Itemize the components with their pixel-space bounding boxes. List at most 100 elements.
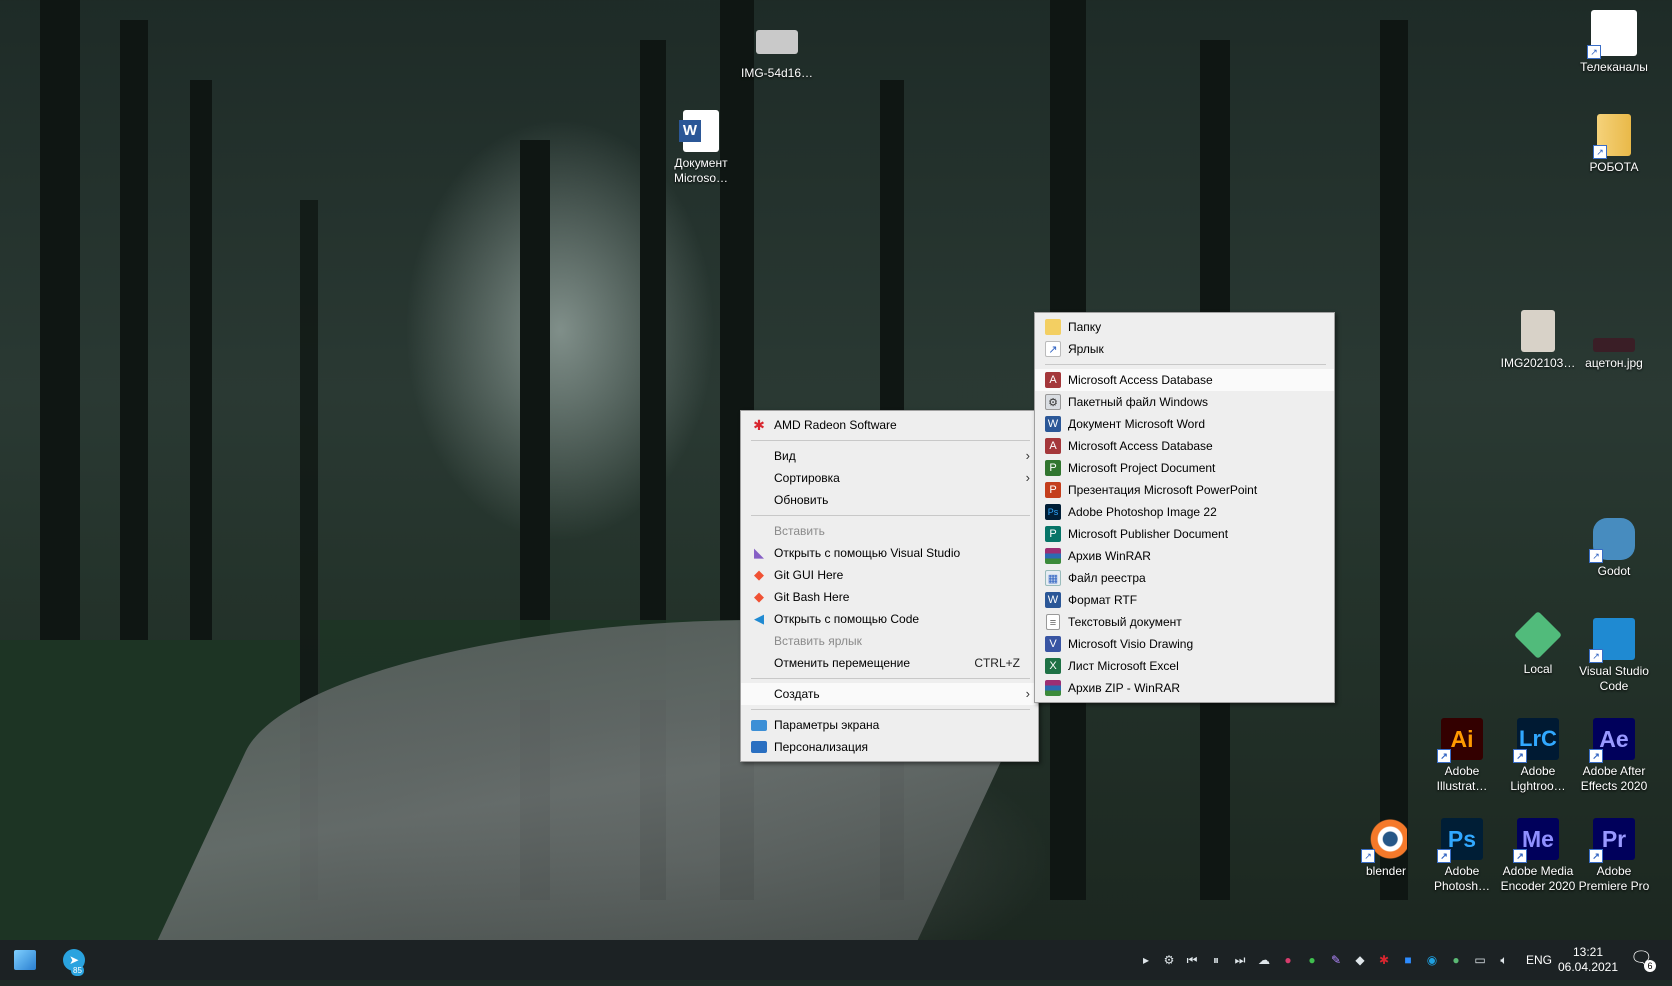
media-next-icon[interactable]: ⏭	[1232, 952, 1248, 968]
desktop-icon-adobe-after-effects[interactable]: Ae ↗ Adobe After Effects 2020	[1576, 718, 1652, 794]
git-icon: ◆	[754, 589, 764, 604]
menu-item-git-bash[interactable]: ◆ Git Bash Here	[741, 586, 1038, 608]
settings-gear-icon[interactable]: ⚙	[1161, 952, 1177, 968]
submenu-item-access-database-2[interactable]: A Microsoft Access Database	[1035, 435, 1334, 457]
image-thumbnail-icon	[1593, 338, 1635, 352]
nvidia-icon[interactable]: ●	[1448, 952, 1464, 968]
submenu-item-winrar-archive[interactable]: Архив WinRAR	[1035, 545, 1334, 567]
submenu-item-registry-file[interactable]: ▦ Файл реестра	[1035, 567, 1334, 589]
taskbar-telegram[interactable]: ➤ 85	[56, 940, 92, 980]
tray-app-icon[interactable]: ◆	[1352, 952, 1368, 968]
menu-item-view[interactable]: Вид ›	[741, 445, 1038, 467]
image-thumbnail-icon	[756, 30, 798, 54]
shortcut-arrow-icon: ↗	[1513, 749, 1527, 763]
git-icon: ◆	[754, 567, 764, 582]
winrar-icon	[1045, 680, 1061, 696]
after-effects-icon: Ae ↗	[1589, 718, 1635, 763]
desktop-icon-adobe-lightroom[interactable]: LrC ↗ Adobe Lightroo…	[1500, 718, 1576, 794]
submenu-item-photoshop-image[interactable]: Ps Adobe Photoshop Image 22	[1035, 501, 1334, 523]
desktop-icon-label: Adobe Premiere Pro	[1578, 864, 1650, 893]
submenu-item-powerpoint[interactable]: P Презентация Microsoft PowerPoint	[1035, 479, 1334, 501]
antivirus-icon[interactable]: ●	[1280, 952, 1296, 968]
desktop-icon-blender[interactable]: ↗ blender	[1348, 818, 1424, 879]
submenu-item-rtf[interactable]: W Формат RTF	[1035, 589, 1334, 611]
desktop-icon-robota[interactable]: ↗ РОБОТА	[1576, 114, 1652, 175]
godot-icon: ↗	[1589, 518, 1635, 563]
amd-icon[interactable]: ✱	[1376, 952, 1392, 968]
media-previous-icon[interactable]: ⏮	[1184, 952, 1200, 968]
chevron-right-icon: ›	[1025, 686, 1030, 701]
create-submenu: Папку ↗ Ярлык A Microsoft Access Databas…	[1034, 312, 1335, 703]
volume-icon[interactable]: 🔈︎	[1496, 952, 1512, 968]
project-icon: P	[1045, 460, 1061, 476]
menu-item-refresh[interactable]: Обновить	[741, 489, 1038, 511]
notification-count: 6	[1644, 960, 1656, 972]
submenu-item-folder[interactable]: Папку	[1035, 316, 1334, 338]
desktop-icon-label: Adobe Media Encoder 2020	[1500, 864, 1576, 893]
desktop-icon-adobe-premiere[interactable]: Pr ↗ Adobe Premiere Pro	[1576, 818, 1652, 894]
menu-item-display-settings[interactable]: Параметры экрана	[741, 714, 1038, 736]
shortcut-arrow-icon: ↗	[1437, 749, 1451, 763]
desktop-icon-image[interactable]: IMG-54d16…	[739, 24, 815, 81]
submenu-item-visio[interactable]: V Microsoft Visio Drawing	[1035, 633, 1334, 655]
illustrator-icon: Ai ↗	[1437, 718, 1483, 763]
language-indicator[interactable]: ENG	[1520, 940, 1558, 980]
menu-item-create[interactable]: Создать ›	[741, 683, 1038, 705]
desktop-icon-adobe-media-encoder[interactable]: Me ↗ Adobe Media Encoder 2020	[1500, 818, 1576, 894]
cloud-app-icon[interactable]: ☁	[1256, 952, 1272, 968]
menu-item-sort[interactable]: Сортировка ›	[741, 467, 1038, 489]
desktop-icon-local[interactable]: Local	[1500, 610, 1576, 677]
submenu-item-word-document[interactable]: W Документ Microsoft Word	[1035, 413, 1334, 435]
notification-center-button[interactable]: 🗨︎ 6	[1630, 948, 1658, 972]
browser-icon[interactable]: ◉	[1424, 952, 1440, 968]
desktop-icon-godot[interactable]: ↗ Godot	[1576, 518, 1652, 579]
folder-icon: ↗	[1593, 114, 1631, 159]
shortcut-text: CTRL+Z	[974, 656, 1020, 670]
desktop-context-menu: ✱ AMD Radeon Software Вид › Сортировка ›…	[740, 410, 1039, 762]
menu-item-personalize[interactable]: Персонализация	[741, 736, 1038, 758]
media-pause-icon[interactable]: ⏸	[1208, 952, 1224, 968]
desktop-icon-label: Документ Microso…	[673, 156, 728, 185]
submenu-item-batch-file[interactable]: ⚙ Пакетный файл Windows	[1035, 391, 1334, 413]
desktop-icon-word-document[interactable]: W Документ Microso…	[663, 110, 739, 186]
rtf-icon: W	[1045, 592, 1061, 608]
network-icon[interactable]: ▭	[1472, 952, 1488, 968]
menu-separator	[751, 678, 1030, 679]
submenu-item-access-database[interactable]: A Microsoft Access Database	[1035, 369, 1334, 391]
menu-separator	[751, 440, 1030, 441]
submenu-item-shortcut[interactable]: ↗ Ярлык	[1035, 338, 1334, 360]
taskbar-clock[interactable]: 13:21 06.04.2021	[1556, 945, 1620, 975]
menu-item-git-gui[interactable]: ◆ Git GUI Here	[741, 564, 1038, 586]
menu-item-undo-move[interactable]: Отменить перемещение CTRL+Z	[741, 652, 1038, 674]
shortcut-arrow-icon: ↗	[1589, 849, 1603, 863]
submenu-item-zip-winrar[interactable]: Архив ZIP - WinRAR	[1035, 677, 1334, 699]
desktop-icon-label: Visual Studio Code	[1579, 664, 1649, 693]
submenu-item-project-document[interactable]: P Microsoft Project Document	[1035, 457, 1334, 479]
zoom-icon[interactable]: ■	[1400, 952, 1416, 968]
chevron-right-icon: ›	[1025, 448, 1030, 463]
clock-time: 13:21	[1572, 945, 1604, 959]
shortcut-arrow-icon: ↗	[1589, 549, 1603, 563]
media-play-icon[interactable]: ▸	[1138, 952, 1154, 968]
start-button[interactable]	[8, 940, 42, 980]
desktop-icon-adobe-illustrator[interactable]: Ai ↗ Adobe Illustrat…	[1424, 718, 1500, 794]
menu-item-open-code[interactable]: ◀ Открыть с помощью Code	[741, 608, 1038, 630]
desktop-icon-aceton[interactable]: ацетон.jpg	[1576, 310, 1652, 371]
upwork-icon[interactable]: ●	[1304, 952, 1320, 968]
desktop-icon-label: РОБОТА	[1589, 160, 1639, 174]
desktop-icon-image[interactable]: IMG202103…	[1500, 310, 1576, 371]
submenu-item-publisher[interactable]: P Microsoft Publisher Document	[1035, 523, 1334, 545]
menu-item-amd-radeon[interactable]: ✱ AMD Radeon Software	[741, 414, 1038, 436]
taskbar: ➤ 85 ▸ ⚙ ⏮ ⏸ ⏭ ☁ ● ● ✎ ◆ ✱ ■ ◉ ● ▭ 🔈︎ EN…	[0, 940, 1672, 980]
desktop-icon-adobe-photoshop[interactable]: Ps ↗ Adobe Photosh…	[1424, 818, 1500, 894]
desktop-icon-telekanaly[interactable]: ↗ Телеканалы	[1576, 10, 1652, 75]
shortcut-arrow-icon: ↗	[1593, 145, 1607, 159]
desktop-icon-vscode[interactable]: ↗ Visual Studio Code	[1576, 618, 1652, 694]
media-encoder-icon: Me ↗	[1513, 818, 1559, 863]
submenu-item-excel[interactable]: X Лист Microsoft Excel	[1035, 655, 1334, 677]
menu-item-open-visual-studio[interactable]: ◣ Открыть с помощью Visual Studio	[741, 542, 1038, 564]
submenu-item-text-document[interactable]: ≡ Текстовый документ	[1035, 611, 1334, 633]
desktop-icon-label: Adobe After Effects 2020	[1580, 764, 1648, 793]
feather-icon[interactable]: ✎	[1328, 952, 1344, 968]
display-icon	[751, 720, 767, 731]
